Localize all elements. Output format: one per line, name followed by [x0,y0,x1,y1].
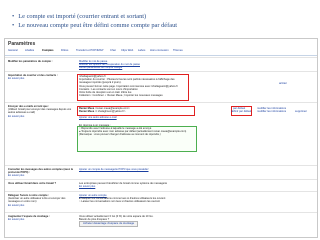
row-account-settings: Modifier les paramètres du compte : Modi… [5,57,317,71]
help-link[interactable]: En savoir plus [8,77,74,80]
make-default-link[interactable]: définir par défaut [231,110,251,113]
import-collection: Collection : Combiner ✓ Renan Meea ; Imp… [79,94,163,98]
bullet-dot-icon: • [12,22,15,29]
sender-email: <r.chelaghoum@yahoo.fr> [94,110,126,114]
bullet-item: • Le compte est importé (courrier entrant… [12,12,312,21]
tab-labs[interactable]: Labos [138,49,145,52]
tab-labels[interactable]: Libellés [25,49,34,52]
row-send-as: Envoyer des e-mails en tant que : (Utili… [5,102,317,165]
tab-general[interactable]: Général [8,49,18,52]
add-address-button[interactable]: Ajouter une autre adresse e-mail [79,116,299,119]
slide-bullets: • Le compte est importé (courrier entrant… [12,12,312,30]
row-pop3: Consulter les messages des autres compte… [5,165,317,179]
edit-info-link[interactable]: modifier les informations [257,110,286,113]
help-link[interactable]: En savoir plus [8,204,74,207]
tab-offline[interactable]: Hors connexion [150,49,169,52]
delegate-option-2[interactable]: ○ Laisser les conversations non lues si … [79,200,229,203]
gmail-settings-screenshot: Paramètres Général Libellés Comptes Filt… [4,38,318,238]
tab-themes[interactable]: Thèmes [173,49,183,52]
tab-chat[interactable]: Chat [110,49,116,52]
row-label: Modifier les paramètres du compte : [8,60,53,63]
stop-import-link[interactable]: arrêter [279,82,287,85]
remove-link[interactable]: supprimer [295,110,307,113]
tab-accounts[interactable]: Comptes [42,49,54,52]
google-account-link[interactable]: Autres paramètres du compte Google [79,66,229,69]
settings-tabs: Général Libellés Comptes Filtres Transfe… [5,48,317,56]
help-link[interactable]: En savoir plus [8,218,74,221]
help-link[interactable]: En savoir plus [8,115,74,118]
row-storage: Augmenter l'espace de stockage : En savo… [5,212,317,237]
bullet-item: • Le nouveau compte peut être défini comm… [12,21,312,30]
page-title: Paramètres [8,41,36,47]
row-label: Vous utilisez Gmail dans votre travail ? [8,182,57,185]
bullet-text: Le compte est importé (courrier entrant … [18,13,147,20]
help-link[interactable]: En savoir plus [8,174,74,177]
bullet-text: Le nouveau compte peut être défini comme… [18,22,178,29]
add-pop3-link[interactable]: Ajouter un compte de messagerie POP3 que… [79,168,149,171]
tab-filters[interactable]: Filtres [61,49,68,52]
buy-storage-button[interactable]: Acheter davantage d'espace de stockage [79,221,139,227]
tab-forwarding[interactable]: Transfert et POP/IMAP [76,49,103,52]
row-import: Importation de courrier et des contacts … [5,71,317,102]
learn-more-link[interactable]: En savoir plus [79,185,229,188]
tab-web-clips[interactable]: Clips Web [121,49,133,52]
sender-name: Renan Meea [79,110,95,114]
bullet-dot-icon: • [12,13,15,20]
row-delegate: Déléguer l'accès à votre compte : (Autor… [5,191,317,212]
reply-note: (Remarque : vous pouvez changer d'adress… [79,133,161,137]
row-work: Vous utilisez Gmail dans votre travail ?… [5,179,317,191]
